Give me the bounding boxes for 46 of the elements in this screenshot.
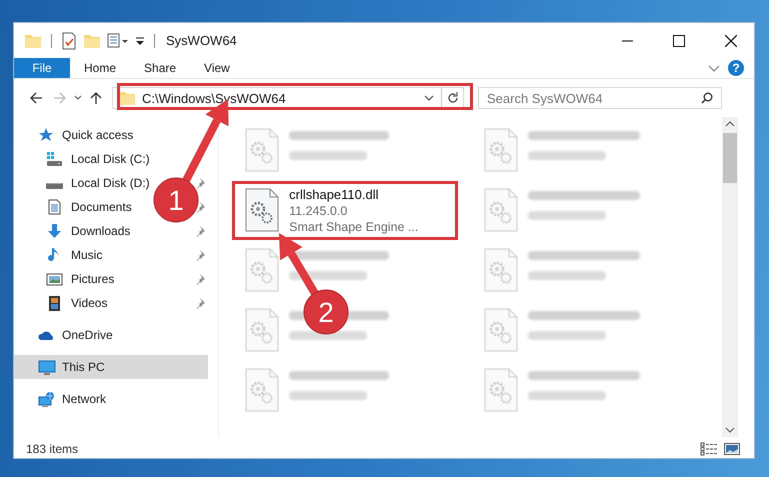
sidebar-item[interactable]: This PC [14,355,208,379]
drive-icon [46,150,64,168]
item-count: 183 items [26,442,78,456]
window-title: SysWOW64 [166,33,237,48]
file-menu-button[interactable]: File [14,58,70,78]
file-name[interactable]: crllshape110.dll [289,187,418,203]
properties-icon[interactable] [107,32,129,50]
network-icon [38,390,56,408]
ribbon-tab[interactable]: View [190,58,244,78]
folder-icon [118,89,136,107]
step-badge: 2 [304,290,348,334]
details-view-icon[interactable] [700,442,718,456]
checkmark-document-icon[interactable] [61,32,77,50]
address-path: C:\Windows\SysWOW64 [142,90,287,106]
sidebar-item[interactable]: Music [14,243,154,267]
maximize-icon [673,34,685,46]
file-detail: Smart Shape Engine ... [289,219,418,235]
picture-icon [46,270,64,288]
close-icon [725,34,737,46]
sidebar-item[interactable]: Quick access [14,123,208,147]
sidebar-item[interactable]: Local Disk (D:) [14,171,154,195]
up-arrow-icon [89,91,103,105]
sidebar-item[interactable]: Local Disk (C:) [14,147,208,171]
back-arrow-icon [29,91,43,105]
refresh-icon [446,92,458,104]
sidebar-item[interactable]: Downloads [14,219,154,243]
large-icons-view-icon[interactable] [724,442,740,456]
scrollbar[interactable] [722,117,738,437]
file-detail: 11.245.0.0 [289,203,348,219]
drive-icon [46,183,63,189]
forward-arrow-icon [53,91,67,105]
search-icon [701,92,713,104]
sidebar-item[interactable]: OneDrive [14,323,208,347]
sidebar-item[interactable]: Documents [14,195,154,219]
download-arrow-icon [46,222,64,240]
monitor-icon [38,358,56,376]
help-button[interactable]: ? [728,60,744,76]
step-badge: 1 [154,178,198,222]
search-field[interactable]: Search SysWOW64 [478,87,722,109]
sidebar-item[interactable]: Network [14,387,208,411]
scrollbar-thumb[interactable] [723,133,738,183]
ribbon-tab[interactable]: Home [70,58,130,78]
pointer-arrow [279,233,320,297]
sidebar-item[interactable]: Videos [14,291,154,315]
ribbon-tab[interactable]: Share [130,58,190,78]
sidebar-item[interactable]: Pictures [14,267,154,291]
